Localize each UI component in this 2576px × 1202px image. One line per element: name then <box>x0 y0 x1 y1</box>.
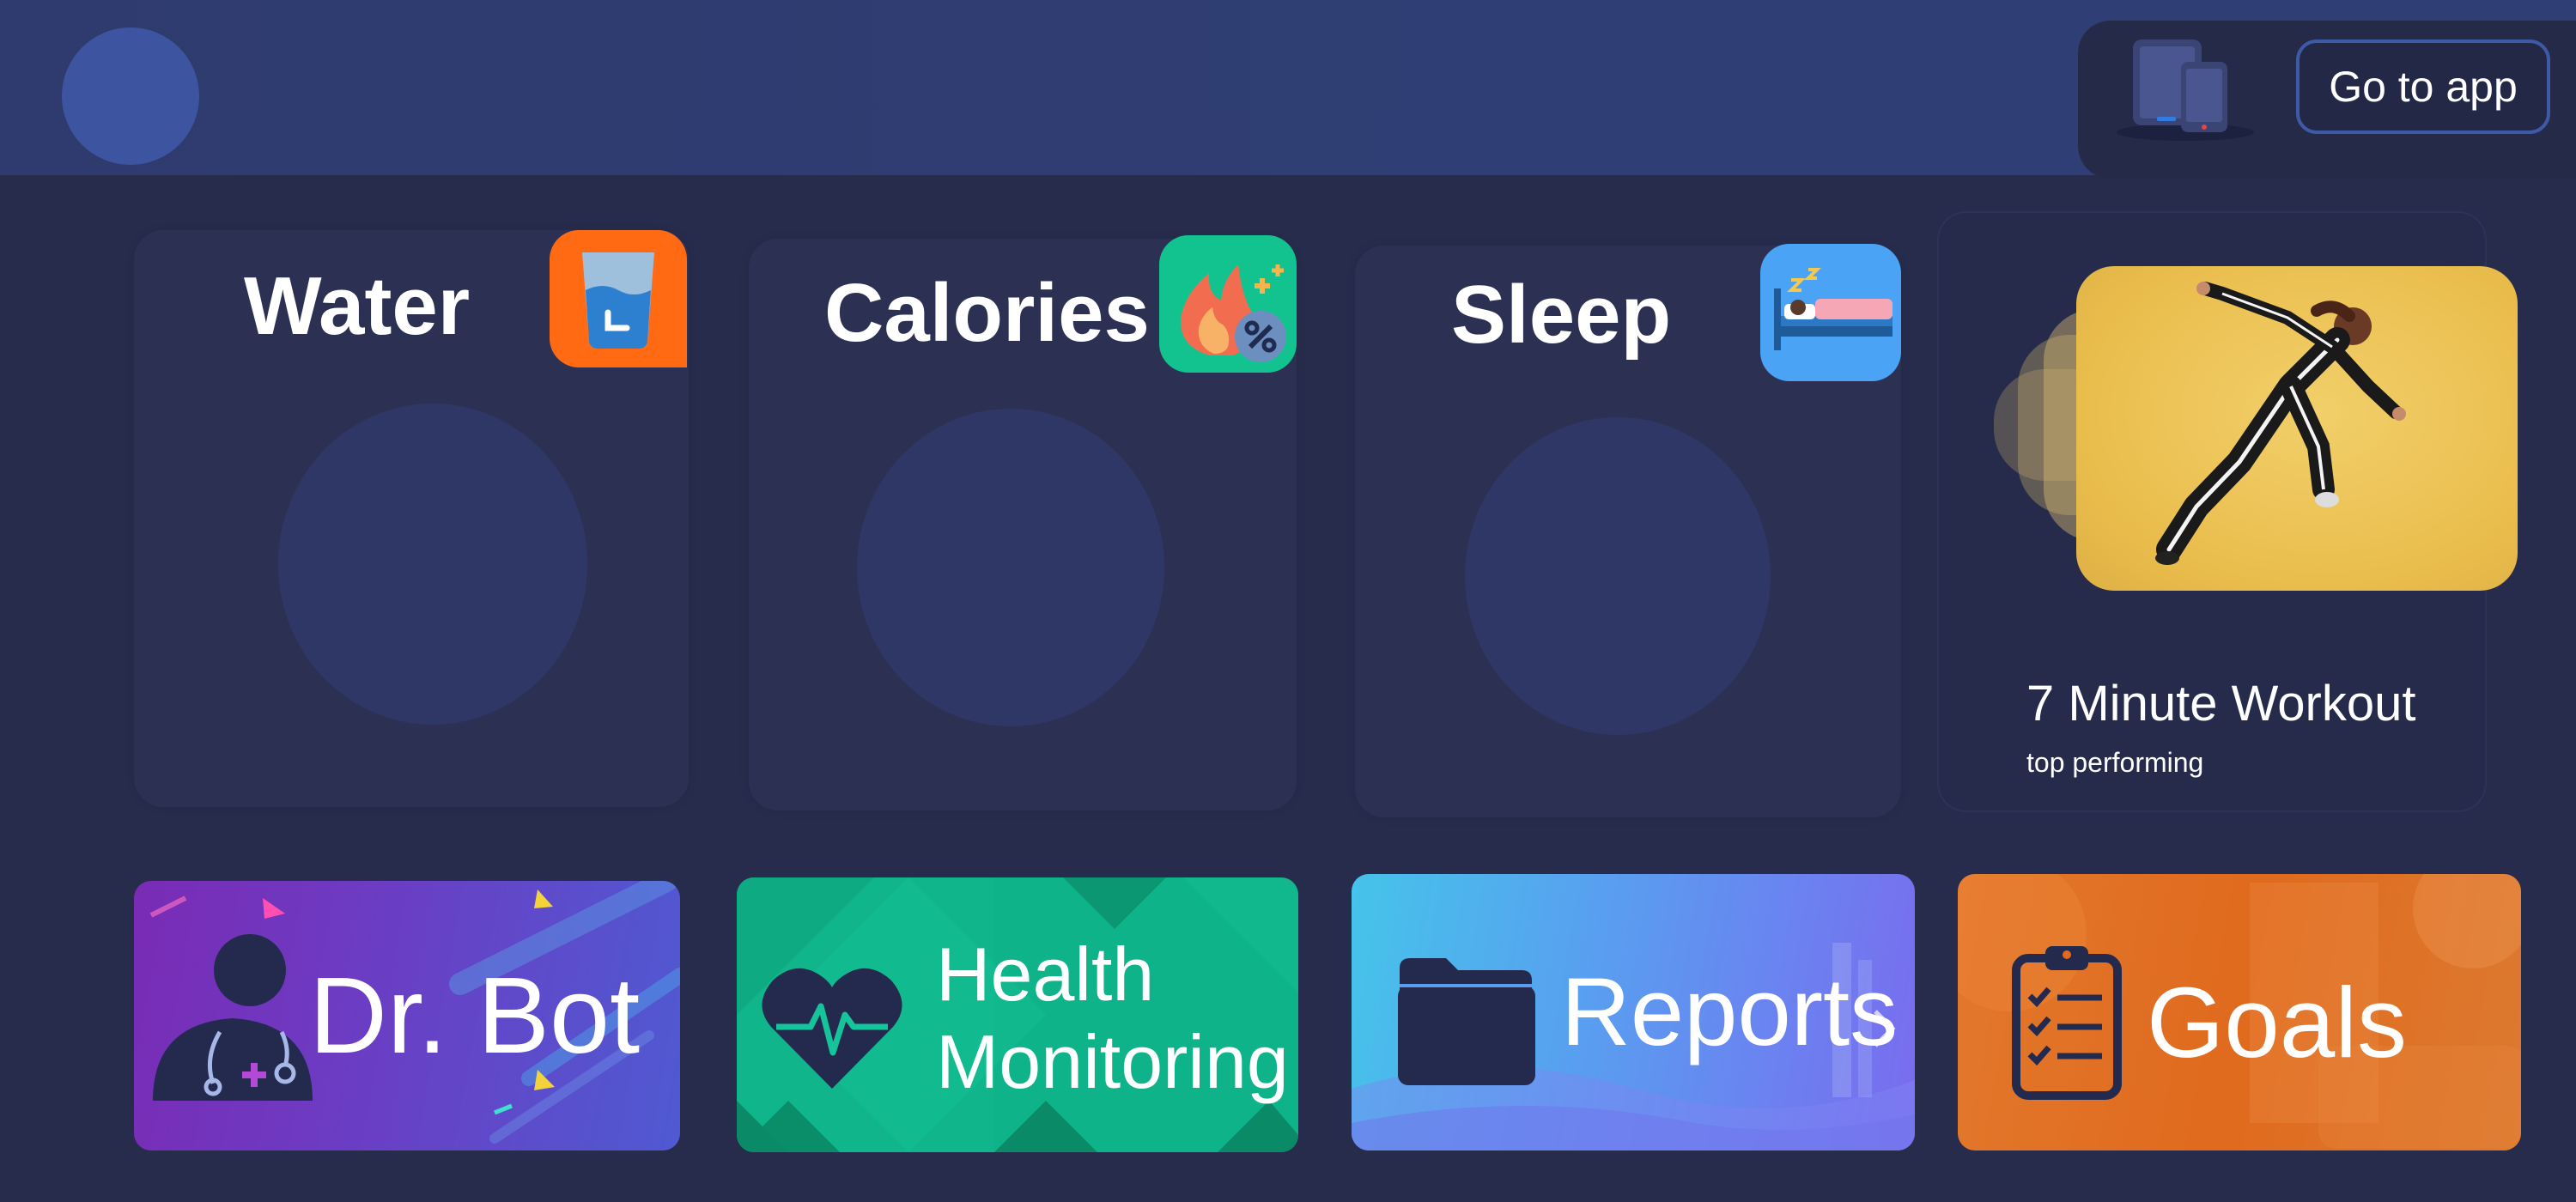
reports-label: Reports <box>1561 958 1899 1065</box>
health-label-line2: Monitoring <box>936 1019 1289 1104</box>
calories-progress-ring <box>857 409 1164 726</box>
workout-title: 7 Minute Workout <box>2026 676 2416 732</box>
goals-tile[interactable]: Goals <box>1958 874 2521 1150</box>
user-avatar[interactable] <box>62 27 199 165</box>
sleep-bed-icon <box>1760 244 1901 381</box>
water-glass-icon <box>550 230 687 367</box>
health-label-line1: Health <box>936 932 1155 1017</box>
go-to-app-button[interactable]: Go to app <box>2296 39 2550 134</box>
health-monitoring-tile[interactable]: Health Monitoring <box>737 877 1298 1152</box>
goals-label: Goals <box>2147 967 2408 1078</box>
folder-icon <box>1398 958 1535 1085</box>
sleep-progress-ring <box>1465 417 1771 735</box>
water-card-title: Water <box>244 260 471 352</box>
water-progress-ring <box>278 404 587 725</box>
dr-bot-label: Dr. Bot <box>309 955 641 1076</box>
devices-icon <box>2117 39 2254 141</box>
dr-bot-tile[interactable]: Dr. Bot <box>134 881 680 1150</box>
sleep-card-title: Sleep <box>1451 269 1672 361</box>
calories-flame-icon <box>1159 235 1297 373</box>
workout-runner-image <box>2076 266 2518 591</box>
clipboard-checklist-icon <box>2012 946 2122 1100</box>
heartbeat-icon <box>762 968 902 1089</box>
doctor-icon <box>153 934 313 1101</box>
calories-card-title: Calories <box>824 267 1150 359</box>
workout-subtitle: top performing <box>2026 747 2204 778</box>
reports-tile[interactable]: Reports <box>1352 874 1915 1150</box>
